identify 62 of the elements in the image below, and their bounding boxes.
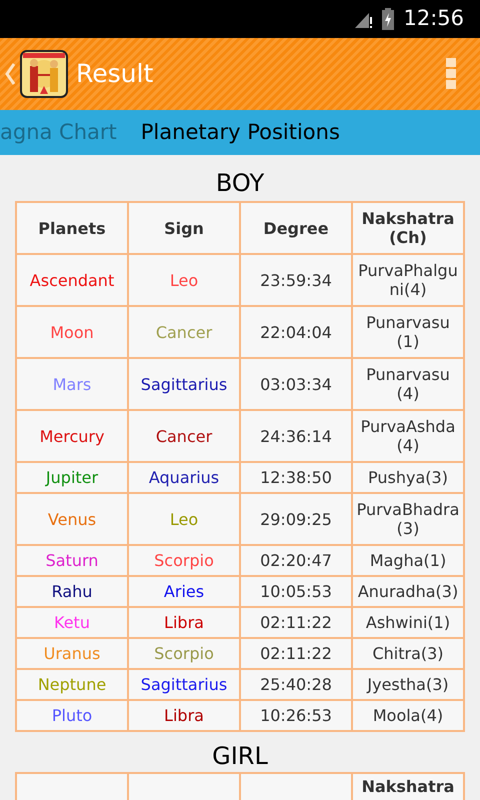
degree-cell: 10:05:53	[240, 576, 352, 607]
section-heading: BOY	[214, 171, 266, 195]
column-header: Sign	[128, 202, 240, 254]
column-header: Degree	[240, 202, 352, 254]
degree-cell: 02:11:22	[240, 607, 352, 638]
nakshatra-cell: Chitra(3)	[352, 638, 464, 669]
sign-cell: Cancer	[128, 306, 240, 358]
planet-cell: Jupiter	[16, 462, 128, 493]
nakshatra-cell: PurvaPhalguni(4)	[352, 254, 464, 306]
planet-cell: Pluto	[16, 700, 128, 731]
degree-cell: 02:11:22	[240, 638, 352, 669]
planet-cell: Ketu	[16, 607, 128, 638]
nakshatra-cell: Pushya(3)	[352, 462, 464, 493]
nakshatra-cell: Jyestha(3)	[352, 669, 464, 700]
sign-cell: Aquarius	[128, 462, 240, 493]
battery-icon	[381, 8, 396, 30]
nakshatra-cell: Moola(4)	[352, 700, 464, 731]
planet-cell: Moon	[16, 306, 128, 358]
sign-cell: Libra	[128, 700, 240, 731]
planet-cell: Neptune	[16, 669, 128, 700]
tab[interactable]: Planetary Positions	[128, 116, 352, 148]
nakshatra-cell: Punarvasu(4)	[352, 358, 464, 410]
planet-cell: Venus	[16, 493, 128, 545]
nakshatra-cell: Magha(1)	[352, 545, 464, 576]
nakshatra-cell: PurvaAshda(4)	[352, 410, 464, 462]
column-header: Nakshatra	[352, 773, 464, 800]
sign-cell: Leo	[128, 493, 240, 545]
clock-time: 12:56	[403, 5, 464, 32]
planet-cell: Uranus	[16, 638, 128, 669]
nakshatra-cell: Punarvasu(1)	[352, 306, 464, 358]
toolbar-title: Result	[76, 58, 154, 90]
degree-cell: 03:03:34	[240, 358, 352, 410]
degree-cell: 24:36:14	[240, 410, 352, 462]
column-header: Nakshatra (Ch)	[352, 202, 464, 254]
sign-cell: Leo	[128, 254, 240, 306]
planet-cell: Mars	[16, 358, 128, 410]
overflow-menu-icon[interactable]	[446, 58, 456, 90]
degree-cell: 29:09:25	[240, 493, 352, 545]
sign-cell: Scorpio	[128, 545, 240, 576]
sign-cell: Scorpio	[128, 638, 240, 669]
degree-cell: 10:26:53	[240, 700, 352, 731]
degree-cell: 22:04:04	[240, 306, 352, 358]
degree-cell: 25:40:28	[240, 669, 352, 700]
sign-cell: Aries	[128, 576, 240, 607]
nakshatra-cell: Ashwini(1)	[352, 607, 464, 638]
app-icon[interactable]	[20, 50, 68, 98]
back-icon[interactable]	[4, 62, 16, 86]
column-header: Planets	[16, 202, 128, 254]
nakshatra-cell: Anuradha(3)	[352, 576, 464, 607]
planet-cell: Mercury	[16, 410, 128, 462]
planet-cell: Ascendant	[16, 254, 128, 306]
degree-cell: 23:59:34	[240, 254, 352, 306]
planet-cell: Saturn	[16, 545, 128, 576]
degree-cell: 02:20:47	[240, 545, 352, 576]
planet-cell: Rahu	[16, 576, 128, 607]
sign-cell: Cancer	[128, 410, 240, 462]
degree-cell: 12:38:50	[240, 462, 352, 493]
sign-cell: Libra	[128, 607, 240, 638]
sign-cell: Sagittarius	[128, 358, 240, 410]
sign-cell: Sagittarius	[128, 669, 240, 700]
nakshatra-cell: PurvaBhadra (3)	[352, 493, 464, 545]
section-heading: GIRL	[211, 744, 269, 768]
